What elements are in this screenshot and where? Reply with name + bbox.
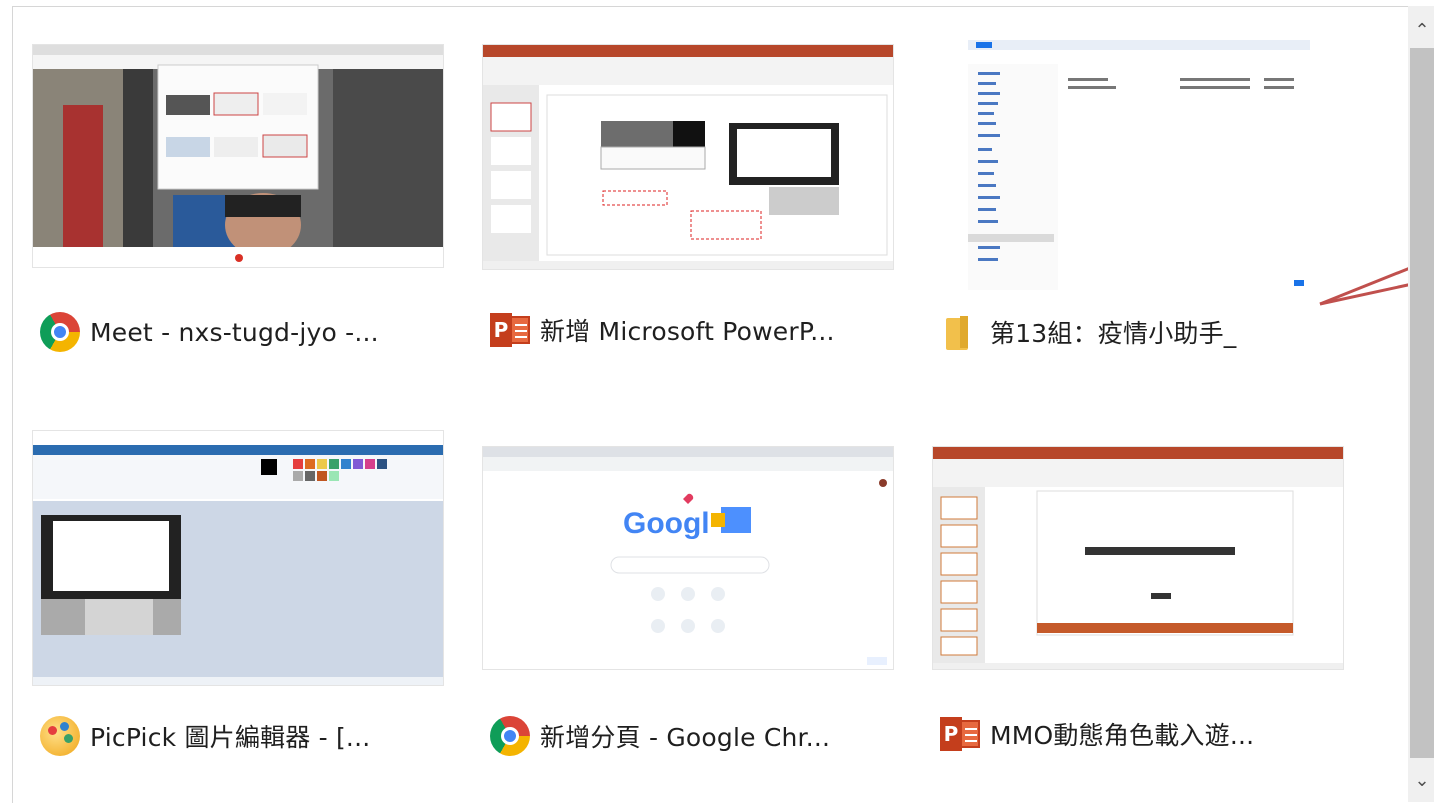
powerpoint-icon: P <box>490 313 530 347</box>
window-title-row: Meet - nxs-tugd-jyo -... <box>40 312 379 352</box>
window-thumbnail[interactable] <box>482 44 894 270</box>
window-title: Meet - nxs-tugd-jyo -... <box>90 317 379 347</box>
window-title: PicPick 圖片編輯器 - [... <box>90 723 371 752</box>
window-tile-meet[interactable]: Meet - nxs-tugd-jyo -... <box>32 44 444 384</box>
scroll-up-button[interactable]: ⌃ <box>1410 10 1434 50</box>
google-logo-text: Googl <box>623 507 710 540</box>
window-title: MMO動態角色載入遊... <box>990 721 1255 750</box>
scrollbar-thumb[interactable] <box>1410 48 1434 758</box>
window-thumbnail[interactable] <box>32 44 444 268</box>
folder-icon <box>940 312 980 352</box>
chrome-icon <box>40 312 80 352</box>
window-tile-powerpoint-mmo[interactable]: P MMO動態角色載入遊... <box>932 446 1344 760</box>
chrome-icon <box>490 716 530 756</box>
powerpoint-thumbnail-graphic <box>483 45 893 269</box>
window-title-row: P 新增 Microsoft PowerP... <box>490 312 835 348</box>
newtab-thumbnail-graphic: Googl <box>483 447 893 669</box>
scroll-down-button[interactable]: ⌄ <box>1410 760 1434 800</box>
window-title-row: P MMO動態角色載入遊... <box>940 716 1254 752</box>
window-title-row: PicPick 圖片編輯器 - [... <box>40 716 370 756</box>
window-thumbnail[interactable] <box>968 24 1310 290</box>
window-title-row: 第13組：疫情小助手_ <box>940 312 1237 352</box>
window-thumbnail[interactable]: Googl <box>482 446 894 670</box>
powerpoint-mmo-thumbnail-graphic <box>933 447 1343 669</box>
window-tile-picpick[interactable]: PicPick 圖片編輯器 - [... <box>32 430 444 760</box>
window-title: 新增 Microsoft PowerP... <box>540 317 835 346</box>
powerpoint-icon: P <box>940 717 980 751</box>
picpick-thumbnail-graphic <box>33 431 443 685</box>
window-tile-folder[interactable]: 第13組：疫情小助手_ <box>946 24 1380 384</box>
window-title-row: 新增分頁 - Google Chr... <box>490 716 830 756</box>
meet-thumbnail-graphic <box>33 45 443 267</box>
window-tile-powerpoint-new[interactable]: P 新增 Microsoft PowerP... <box>482 44 894 384</box>
window-tile-chrome-newtab[interactable]: Googl 新增分頁 - Google Chr... <box>482 446 894 760</box>
window-thumbnail[interactable] <box>32 430 444 686</box>
file-explorer-thumbnail-graphic <box>968 24 1310 290</box>
picpick-icon <box>40 716 80 756</box>
window-thumbnail[interactable] <box>932 446 1344 670</box>
window-title: 第13組：疫情小助手_ <box>990 319 1237 348</box>
window-title: 新增分頁 - Google Chr... <box>540 723 831 752</box>
